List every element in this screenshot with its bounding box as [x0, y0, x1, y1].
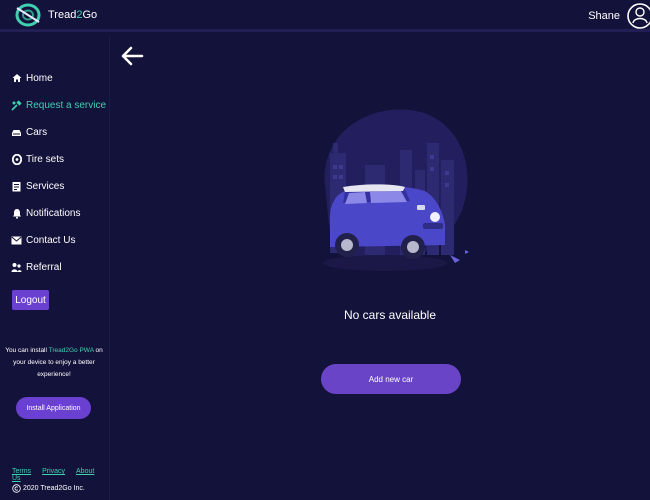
privacy-link[interactable]: Privacy: [42, 468, 65, 475]
copyright-icon: [12, 484, 21, 493]
arrow-left-icon: [121, 46, 144, 66]
empty-cars-illustration: [305, 105, 475, 290]
brand-name: Tread2Go: [48, 9, 98, 21]
back-button[interactable]: [120, 45, 144, 72]
home-icon: [11, 73, 22, 84]
install-application-button[interactable]: Install Application: [16, 397, 91, 419]
copyright: 2020 Tread2Go Inc.: [12, 484, 85, 493]
sidebar-item-label: Contact Us: [26, 234, 76, 246]
sidebar-item-services[interactable]: Services: [11, 178, 64, 194]
terms-link[interactable]: Terms: [12, 468, 31, 475]
car-city-illustration: [323, 109, 469, 271]
user-name: Shane: [588, 10, 620, 22]
sidebar-item-label: Request a service: [26, 99, 107, 111]
clipboard-icon: [11, 181, 22, 192]
logout-button[interactable]: Logout: [12, 290, 49, 310]
tools-icon: [11, 99, 22, 111]
tire-logo-icon: [15, 3, 41, 27]
install-pwa-message: You can install Tread2Go PWA on your dev…: [5, 347, 103, 378]
footer-links: Terms Privacy About Us: [12, 468, 109, 482]
people-icon: [11, 262, 22, 273]
add-new-car-button[interactable]: Add new car: [321, 364, 461, 394]
sidebar-item-label: Home: [26, 72, 53, 84]
brand-logo[interactable]: Tread2Go: [14, 2, 97, 28]
sidebar-item-label: Tire sets: [26, 153, 64, 165]
sidebar-item-label: Services: [26, 180, 65, 192]
sidebar-item-cars[interactable]: Cars: [11, 124, 47, 140]
sidebar-item-request-service[interactable]: Request a service: [11, 97, 106, 113]
sidebar-item-label: Cars: [26, 126, 48, 138]
envelope-icon: [11, 235, 22, 246]
car-icon: [11, 127, 22, 138]
sidebar-item-contact-us[interactable]: Contact Us: [11, 232, 75, 248]
sidebar-item-tire-sets[interactable]: Tire sets: [11, 151, 64, 167]
sidebar-item-label: Notifications: [26, 207, 81, 219]
sidebar-item-referral[interactable]: Referral: [11, 259, 62, 275]
sidebar-item-label: Referral: [26, 261, 62, 273]
sidebar-item-home[interactable]: Home: [11, 70, 53, 86]
empty-state-message: No cars available: [343, 308, 437, 322]
sidebar-item-notifications[interactable]: Notifications: [11, 205, 80, 221]
user-avatar-icon: [627, 3, 650, 29]
tire-icon: [11, 153, 22, 165]
user-menu[interactable]: Shane: [588, 2, 650, 30]
sidebar: Home Request a service Cars Tire sets Se…: [0, 35, 110, 500]
top-bar: Tread2Go Shane: [0, 0, 650, 32]
bell-icon: [11, 208, 22, 219]
